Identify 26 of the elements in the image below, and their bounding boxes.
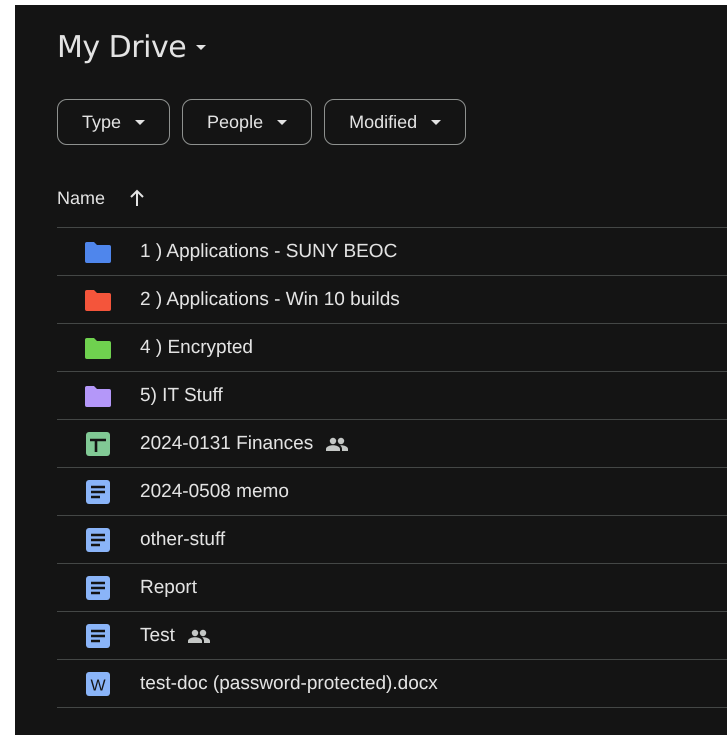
file-name[interactable]: 2024-0508 memo — [140, 480, 289, 502]
word-document-icon: W — [86, 672, 110, 696]
page-title: My Drive — [57, 30, 186, 64]
caret-icon — [135, 120, 146, 124]
filter-chip[interactable]: Type — [57, 99, 170, 145]
caret-icon — [431, 120, 442, 124]
file-name[interactable]: 2 ) Applications - Win 10 builds — [140, 288, 400, 310]
file-name[interactable]: 4 ) Encrypted — [140, 336, 253, 358]
column-header[interactable]: Name — [57, 188, 106, 208]
spreadsheet-icon — [86, 432, 110, 456]
caret-icon — [277, 120, 288, 124]
document-icon — [86, 624, 110, 648]
file-name[interactable]: other-stuff — [140, 528, 226, 550]
filter-chip[interactable]: People — [182, 99, 312, 145]
file-name[interactable]: 5) IT Stuff — [140, 384, 223, 406]
document-icon — [86, 480, 110, 504]
document-icon — [86, 576, 110, 600]
file-name[interactable]: test-doc (password-protected).docx — [140, 672, 438, 694]
file-name[interactable]: 2024-0131 Finances — [140, 432, 314, 454]
file-name[interactable]: Report — [140, 576, 198, 598]
filter-chip[interactable]: Modified — [324, 99, 466, 145]
file-name[interactable]: 1 ) Applications - SUNY BEOC — [140, 240, 398, 262]
dropdown-caret-icon — [196, 44, 206, 50]
document-icon — [86, 528, 110, 552]
file-name[interactable]: Test — [140, 624, 175, 646]
up-arrow-icon[interactable] — [129, 189, 146, 207]
